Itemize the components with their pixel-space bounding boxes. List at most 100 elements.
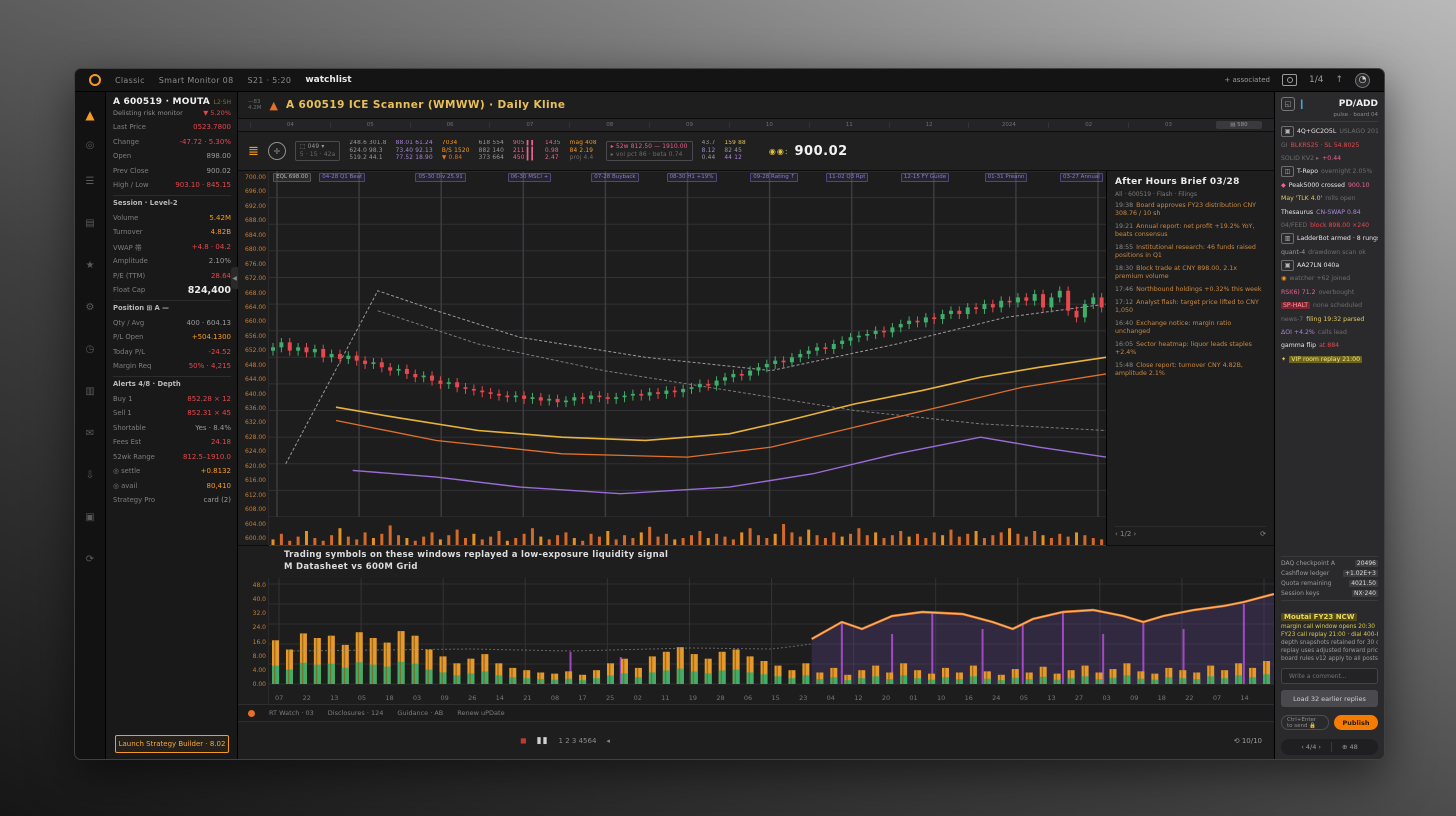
quote-row[interactable]: ShortableYes · 8.4% xyxy=(113,421,231,436)
quote-row[interactable]: Amplitude2.10% xyxy=(113,254,231,269)
turnover-chart[interactable]: 0722130518030926142108172502111928061523… xyxy=(268,578,1274,704)
account-logo-icon[interactable]: ◔ xyxy=(1355,73,1370,88)
menu-icon[interactable]: ☰ xyxy=(75,160,105,202)
quote-row[interactable]: Buy 1852.28 × 12 xyxy=(113,392,231,407)
target-icon[interactable]: ◎ xyxy=(75,130,105,160)
quote-row[interactable]: Open898.00 xyxy=(113,149,231,164)
star-icon[interactable]: ★ xyxy=(75,244,105,286)
collapse-sidebar-handle[interactable]: ◀ xyxy=(231,267,238,289)
board-row[interactable]: ◉watcher +62 joined xyxy=(1281,272,1378,285)
indicator-block[interactable]: mag 40884 2.19proj 4.4 xyxy=(570,140,597,161)
quote-row[interactable]: P/L Open+504.1300 xyxy=(113,330,231,345)
board-row[interactable]: ▥LadderBot armed · 8 rungs xyxy=(1281,232,1378,245)
download-icon[interactable]: ⇩ xyxy=(75,454,105,496)
quote-row[interactable]: Volume5.42M xyxy=(113,211,231,226)
news-pager[interactable]: ‹ 1/2 › xyxy=(1115,530,1136,538)
board-row[interactable]: ΔOI +4.2%calls lead xyxy=(1281,326,1378,339)
indicator-block[interactable]: ▸ 52w 812.50 — 1910.00▸ vol pct 86 · bet… xyxy=(606,141,693,161)
board-row[interactable]: news-7filing 19:32 parsed xyxy=(1281,312,1378,325)
triangle-logo-icon[interactable]: ▲ xyxy=(75,100,105,130)
main-chart-canvas[interactable] xyxy=(269,171,1106,517)
comment-input-wrap[interactable] xyxy=(1281,668,1378,684)
news-item[interactable]: 16:05Sector heatmap: liquor leads staple… xyxy=(1115,341,1266,357)
board-row[interactable]: GIBLKRS25 · SL 54.8025 xyxy=(1281,138,1378,151)
clock-icon[interactable]: ◷ xyxy=(75,328,105,370)
board-row[interactable]: quant-4drawdown scan ok xyxy=(1281,246,1378,259)
board-row[interactable]: ◫T-Repoovernight 2.05% xyxy=(1281,165,1378,178)
indicator-block[interactable]: 88.01 61.2473.40 92.1377.52 18.90 xyxy=(396,140,433,161)
indicator-block[interactable]: 7034B/S 1520▼ 0.84 xyxy=(442,140,470,161)
status-item[interactable]: Guidance · AB xyxy=(397,709,443,717)
quote-row[interactable]: Qty / Avg400 · 604.13 xyxy=(113,316,231,331)
quote-row[interactable]: 52wk Range812.5–1910.0 xyxy=(113,450,231,465)
indicator-block[interactable]: 905 ▍▍211 ▍▍450 ▍▍ xyxy=(513,140,536,161)
panel-icon[interactable]: ▣ xyxy=(75,496,105,538)
indicator-block[interactable]: ⬚ 049 ▾5 · 15 · 42a xyxy=(295,141,340,161)
associated-link[interactable]: + associated xyxy=(1224,76,1270,84)
news-item[interactable]: 19:38Board approves FY23 distribution CN… xyxy=(1115,202,1266,218)
menu-item[interactable]: Smart Monitor 08 xyxy=(159,76,234,85)
quote-row[interactable]: ◎ avail80,410 xyxy=(113,479,231,494)
density-pill[interactable]: ▤ 580 xyxy=(1216,121,1262,129)
stop-button[interactable]: ◼ xyxy=(520,736,527,745)
layers-icon[interactable]: ≣ xyxy=(248,144,259,159)
menu-item[interactable]: Classic xyxy=(115,76,145,85)
board-row[interactable]: SOLID KV2 ▸+0.44 xyxy=(1281,152,1378,165)
quote-row[interactable]: Fees Est24.18 xyxy=(113,435,231,450)
board-row[interactable]: ThesaurusCN-SWAP 0.84 xyxy=(1281,205,1378,218)
quote-row[interactable]: Last Price0523.7800 xyxy=(113,120,231,135)
news-tabs[interactable]: All · 600519 · Flash · Filings xyxy=(1115,191,1266,198)
indicator-block[interactable]: 159 8882 4544 12 xyxy=(724,140,745,161)
board-row[interactable]: gamma flipat 884 xyxy=(1281,339,1378,352)
news-refresh-icon[interactable]: ⟳ xyxy=(1260,530,1266,538)
board-pager[interactable]: ‹ 4/4 › xyxy=(1301,743,1321,751)
pause-button[interactable]: ▮▮ xyxy=(537,736,549,746)
indicator-block[interactable]: 248.6 301.8624.0 98.3519.2 44.1 xyxy=(349,140,386,161)
grid-icon[interactable]: ▤ xyxy=(75,202,105,244)
news-item[interactable]: 18:55Institutional research: 46 funds ra… xyxy=(1115,244,1266,260)
status-item[interactable]: Disclosures · 124 xyxy=(328,709,384,717)
page-numbers[interactable]: 1 2 3 4564 xyxy=(559,737,597,745)
quote-row[interactable]: Change-47.72 · 5.30% xyxy=(113,135,231,150)
quote-row[interactable]: High / Low903.10 · 845.15 xyxy=(113,178,231,193)
quote-row[interactable]: Sell 1852.31 × 45 xyxy=(113,406,231,421)
candlestick-chart[interactable]: EQL 698.0004-28 Q1 Beat05-30 Div 25.9106… xyxy=(268,171,1106,545)
status-item[interactable]: Renew uPDate xyxy=(457,709,504,717)
load-earlier-button[interactable]: Load 32 earlier replies xyxy=(1281,690,1378,707)
upload-icon[interactable]: ↑ xyxy=(1335,75,1343,85)
news-item[interactable]: 17:12Analyst flash: target price lifted … xyxy=(1115,299,1266,315)
layout-icon[interactable]: ▥ xyxy=(75,370,105,412)
screenshot-icon[interactable] xyxy=(1282,74,1297,86)
strategy-builder-button[interactable]: Launch Strategy Builder · 8.02 xyxy=(115,735,229,753)
status-item[interactable]: RT Watch · 03 xyxy=(269,709,314,717)
indicator-block[interactable]: 43.78.120.44 xyxy=(702,140,716,161)
news-item[interactable]: 19:21Annual report: net profit +19.2% Yo… xyxy=(1115,223,1266,239)
active-tab[interactable]: watchlist xyxy=(305,75,351,85)
publish-button[interactable]: Publish xyxy=(1334,715,1378,730)
board-row[interactable]: ▣4Q+GC2O5LUSLAGO 2014B xyxy=(1281,125,1378,138)
news-item[interactable]: 16:40Exchange notice: margin ratio uncha… xyxy=(1115,320,1266,336)
refresh-icon[interactable]: ⟳ xyxy=(75,538,105,580)
quote-row[interactable]: Turnover4.82B xyxy=(113,225,231,240)
quote-row[interactable]: Today P/L-24.52 xyxy=(113,345,231,360)
comment-input[interactable] xyxy=(1287,672,1372,681)
indicator-block[interactable]: 14350.982.47 xyxy=(545,140,561,161)
target-icon[interactable]: ✛ xyxy=(268,142,286,160)
news-item[interactable]: 18:30Block trade at CNY 898.00, 2.1x pre… xyxy=(1115,265,1266,281)
board-row[interactable]: ◆Peak5000 crossed900.10 xyxy=(1281,179,1378,192)
gear-icon[interactable]: ⚙ xyxy=(75,286,105,328)
quote-row[interactable]: Margin Req50% · 4,215 xyxy=(113,359,231,374)
news-item[interactable]: 15:48Close report: turnover CNY 4.82B, a… xyxy=(1115,362,1266,378)
board-row[interactable]: RSI(6) 71.2overbought xyxy=(1281,286,1378,299)
news-item[interactable]: 17:46Northbound holdings +0.32% this wee… xyxy=(1115,286,1266,294)
quote-row[interactable]: P/E (TTM)28.64 xyxy=(113,269,231,284)
quote-row[interactable]: Float Cap824,400 xyxy=(113,283,231,298)
time-ruler[interactable]: 04050607080910111220240203▤ 580 xyxy=(238,119,1274,132)
quote-row[interactable]: Strategy Procard (2) xyxy=(113,493,231,508)
quote-row[interactable]: Prev Close900.02 xyxy=(113,164,231,179)
indicator-block[interactable]: 618 554882 140373 664 xyxy=(479,140,504,161)
step-back-button[interactable]: ◂ xyxy=(606,737,610,745)
menu-item[interactable]: S21 · 5:20 xyxy=(247,76,291,85)
board-row[interactable]: May 'TLK 4.0'rolls open xyxy=(1281,192,1378,205)
board-row[interactable]: ▣AA27LN 040a xyxy=(1281,259,1378,272)
